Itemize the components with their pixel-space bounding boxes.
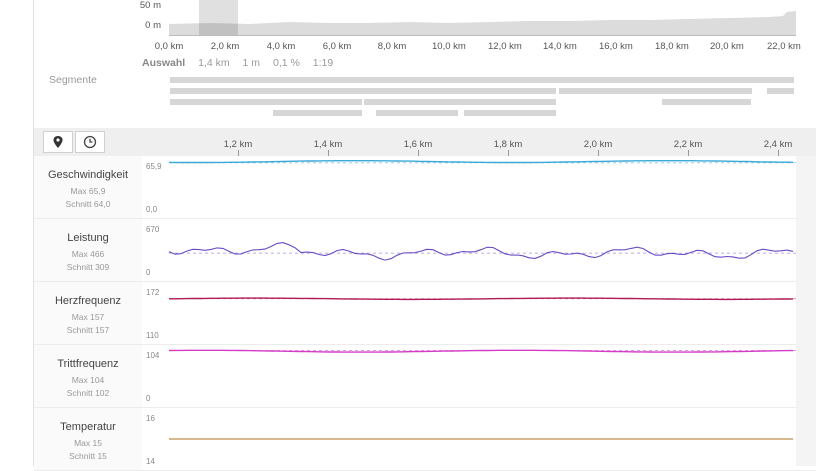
elevation-x-tick: 10,0 km (432, 41, 466, 52)
elevation-profile-chart[interactable] (169, 0, 796, 36)
metric-axis-max: 172 (146, 288, 160, 297)
metric-label-panel: Geschwindigkeit Max 65,9 Schnitt 64,0 (34, 156, 142, 218)
selection-grade: 0,1 % (272, 57, 300, 69)
right-scroll-strip[interactable] (796, 156, 816, 466)
metric-axis-max: 670 (146, 225, 160, 234)
segment-bar[interactable] (273, 110, 362, 116)
detail-x-tick: 1,8 km (493, 139, 523, 150)
metric-max: Max 65,9 (70, 186, 106, 196)
segments-label: Segmente (49, 74, 97, 86)
metric-row-geschwindigkeit[interactable]: Geschwindigkeit Max 65,9 Schnitt 64,0 65,9 0… (34, 156, 816, 219)
metric-label-panel: Trittfrequenz Max 104 Schnitt 102 (34, 345, 142, 407)
selection-label: Auswahl (142, 57, 186, 69)
elevation-x-tick: 0,0 km (154, 41, 184, 52)
metric-line (169, 297, 794, 301)
metric-line (169, 242, 794, 261)
metric-name: Temperatur (60, 421, 116, 433)
metric-axis-min: 14 (146, 457, 155, 466)
selection-summary: Auswahl 1,4 km 1 m 0,1 % 1:19 (142, 57, 333, 69)
metric-plot[interactable] (169, 345, 796, 407)
metric-avg: Schnitt 309 (66, 262, 110, 272)
metric-axis-min: 0 (146, 268, 151, 277)
selection-highlight[interactable] (199, 0, 238, 36)
metric-name: Geschwindigkeit (47, 169, 129, 181)
elevation-y-label-top: 50 m (139, 0, 161, 11)
metric-label-panel: Temperatur Max 15 Schnitt 15 (34, 408, 142, 470)
segment-bar[interactable] (376, 110, 458, 116)
time-view-button[interactable] (75, 131, 105, 153)
segment-bar[interactable] (559, 88, 752, 94)
metric-axis-max: 104 (146, 351, 160, 360)
metric-label-panel: Herzfrequenz Max 157 Schnitt 157 (34, 282, 142, 344)
elevation-x-tick: 8,0 km (377, 41, 407, 52)
segment-bar[interactable] (170, 77, 794, 83)
metric-row-leistung[interactable]: Leistung Max 466 Schnitt 309 670 0 (34, 219, 816, 282)
elevation-x-tick: 20,0 km (710, 41, 744, 52)
detail-x-tick: 2,4 km (763, 139, 793, 150)
metric-axis-max: 65,9 (146, 162, 162, 171)
elevation-area (169, 11, 796, 36)
metric-avg: Schnitt 102 (66, 388, 110, 398)
metric-plot[interactable] (169, 282, 796, 344)
segment-bar[interactable] (767, 88, 794, 94)
metric-axis-max: 16 (146, 414, 155, 423)
metric-axis-min: 0 (146, 394, 151, 403)
elevation-x-tick: 4,0 km (266, 41, 296, 52)
metric-line (169, 159, 794, 164)
metric-max: Max 157 (71, 312, 105, 322)
metric-max: Max 15 (74, 438, 102, 448)
metric-plot[interactable] (169, 156, 796, 218)
segment-bar[interactable] (364, 99, 556, 105)
clock-icon (83, 135, 97, 149)
metric-row-herzfrequenz[interactable]: Herzfrequenz Max 157 Schnitt 157 172 110 (34, 282, 816, 345)
metric-max: Max 466 (71, 249, 105, 259)
elevation-x-tick: 18,0 km (655, 41, 689, 52)
detail-x-tick: 2,0 km (583, 139, 613, 150)
metric-plot[interactable] (169, 219, 796, 281)
metric-plot[interactable] (169, 408, 796, 470)
metric-row-temperatur[interactable]: Temperatur Max 15 Schnitt 15 16 14 (34, 408, 816, 471)
metric-max: Max 104 (71, 375, 105, 385)
metric-axis-min: 110 (146, 331, 159, 340)
metric-name: Herzfrequenz (54, 295, 122, 307)
map-view-button[interactable] (43, 131, 73, 153)
selection-climb: 1 m (242, 57, 261, 69)
elevation-y-label-bottom: 0 m (145, 20, 161, 31)
metric-avg: Schnitt 157 (66, 325, 110, 335)
metric-axis-min: 0,0 (146, 205, 158, 214)
elevation-x-tick: 16,0 km (599, 41, 633, 52)
elevation-x-tick: 6,0 km (322, 41, 352, 52)
detail-x-tick: 1,4 km (313, 139, 343, 150)
detail-x-tick: 1,2 km (223, 139, 253, 150)
metric-row-trittfrequenz[interactable]: Trittfrequenz Max 104 Schnitt 102 104 0 (34, 345, 816, 408)
map-pin-icon (53, 136, 63, 148)
selection-distance: 1,4 km (198, 57, 230, 69)
metric-label-panel: Leistung Max 466 Schnitt 309 (34, 219, 142, 281)
elevation-x-tick: 2,0 km (210, 41, 240, 52)
metric-avg: Schnitt 64,0 (65, 199, 111, 209)
elevation-x-tick: 22,0 km (767, 41, 801, 52)
metric-avg: Schnitt 15 (69, 451, 107, 461)
metric-name: Leistung (67, 232, 109, 244)
selection-time: 1:19 (312, 57, 334, 69)
elevation-x-tick: 12,0 km (488, 41, 522, 52)
elevation-x-tick: 14,0 km (543, 41, 577, 52)
segment-bar[interactable] (662, 99, 751, 105)
segment-bar[interactable] (170, 88, 556, 94)
detail-x-tick: 1,6 km (403, 139, 433, 150)
segment-bar[interactable] (170, 99, 362, 105)
segment-bar[interactable] (464, 110, 556, 116)
detail-toolbar: 1,2 km 1,4 km 1,6 km 1,8 km 2,0 km 2,2 km 2,4 … (34, 128, 816, 156)
metric-name: Trittfrequenz (57, 358, 119, 370)
detail-x-tick: 2,2 km (673, 139, 703, 150)
